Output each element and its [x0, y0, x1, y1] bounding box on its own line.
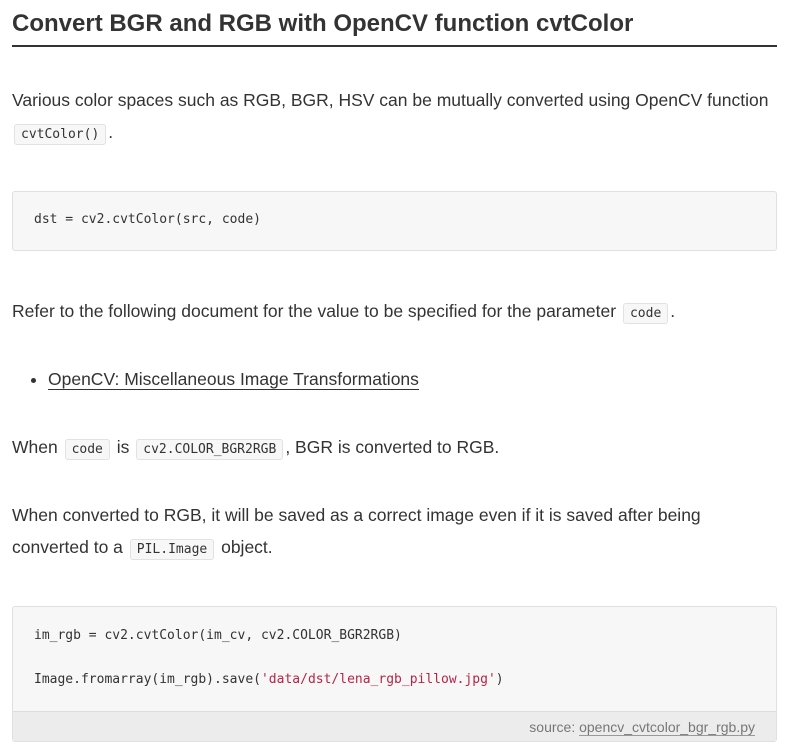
opencv-doc-link[interactable]: OpenCV: Miscellaneous Image Transformati… — [48, 369, 419, 390]
converted-paragraph: When converted to RGB, it will be saved … — [12, 499, 777, 566]
section-title: Convert BGR and RGB with OpenCV function… — [12, 9, 777, 47]
code-line: Image.fromarray(im_rgb).save('data/dst/l… — [34, 672, 504, 687]
inline-code-bgr2rgb: cv2.COLOR_BGR2RGB — [136, 439, 284, 460]
code-string-literal: 'data/dst/lena_rgb_pillow.jpg' — [260, 672, 496, 687]
inline-code-cvtcolor: cvtColor() — [14, 124, 107, 145]
intro-text-end: . — [108, 122, 114, 142]
intro-paragraph: Various color spaces such as RGB, BGR, H… — [12, 84, 777, 151]
when-text: When — [12, 437, 63, 457]
refer-text-end: . — [670, 301, 676, 321]
refer-text: Refer to the following document for the … — [12, 301, 621, 321]
intro-text: Various color spaces such as RGB, BGR, H… — [12, 90, 769, 110]
code-line: dst = cv2.cvtColor(src, code) — [34, 212, 261, 227]
converted-text: When converted to RGB, it will be saved … — [12, 505, 701, 557]
inline-code-pil-image: PIL.Image — [129, 539, 215, 560]
inline-code-code: code — [622, 303, 669, 324]
code-token: Image.fromarray(im_rgb).save( — [34, 672, 261, 687]
refer-paragraph: Refer to the following document for the … — [12, 295, 777, 330]
reference-list: OpenCV: Miscellaneous Image Transformati… — [12, 363, 419, 395]
source-bar: source: opencv_cvtcolor_bgr_rgb.py — [13, 711, 776, 741]
code-block-signature: dst = cv2.cvtColor(src, code) — [12, 191, 777, 251]
when-paragraph: When code is cv2.COLOR_BGR2RGB, BGR is c… — [12, 431, 777, 466]
converted-text-end: object. — [216, 537, 273, 557]
source-file-link[interactable]: opencv_cvtcolor_bgr_rgb.py — [579, 719, 755, 736]
code-line: im_rgb = cv2.cvtColor(im_cv, cv2.COLOR_B… — [34, 628, 402, 643]
when-text: is — [111, 437, 135, 457]
inline-code-code: code — [64, 439, 110, 460]
code-block-example: im_rgb = cv2.cvtColor(im_cv, cv2.COLOR_B… — [12, 606, 777, 742]
code-token: ) — [495, 672, 504, 687]
when-text-end: , BGR is converted to RGB. — [285, 437, 500, 457]
source-label: source: — [529, 719, 580, 735]
list-item: OpenCV: Miscellaneous Image Transformati… — [48, 363, 419, 395]
